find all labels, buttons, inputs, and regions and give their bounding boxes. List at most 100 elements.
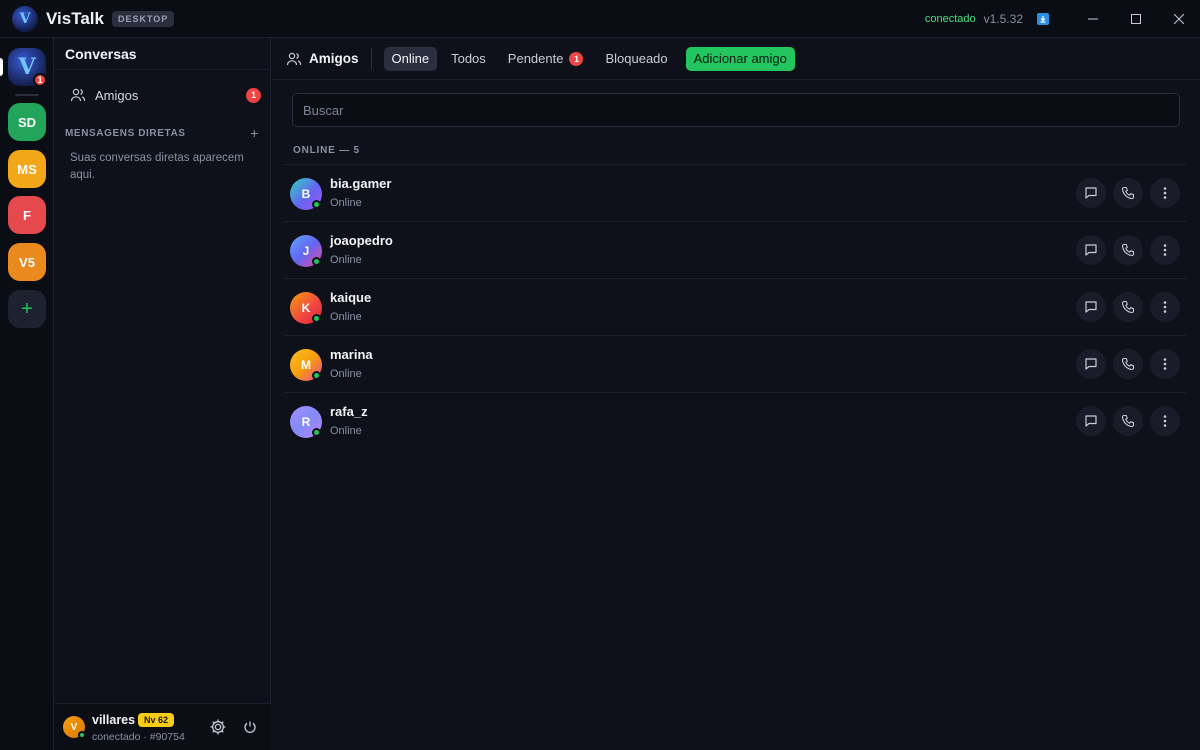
call-button[interactable] <box>1113 235 1143 265</box>
friend-row[interactable]: B bia.gamer Online <box>284 164 1186 221</box>
message-icon <box>1085 244 1097 256</box>
phone-icon <box>1121 243 1135 257</box>
title-bar: V VisTalk DESKTOP conectado v1.5.32 <box>0 0 1200 38</box>
friends-title-label: Amigos <box>309 51 359 66</box>
server-label: SD <box>17 114 37 130</box>
tab-all[interactable]: Todos <box>443 47 494 71</box>
app-name: VisTalk <box>46 8 104 28</box>
friend-status: Online <box>330 254 362 266</box>
more-vertical-icon <box>1163 244 1167 256</box>
friend-list: B bia.gamer Online J joaopedro Online K … <box>284 164 1186 449</box>
friend-initial: R <box>301 415 311 429</box>
server-label: F <box>23 207 31 223</box>
more-options-button[interactable] <box>1150 235 1180 265</box>
user-status: conectado · #90754 <box>92 731 185 743</box>
download-update-icon[interactable] <box>1037 13 1049 25</box>
add-friend-label: Adicionar amigo <box>693 51 787 66</box>
close-icon <box>1173 14 1184 24</box>
friend-row[interactable]: R rafa_z Online <box>284 392 1186 449</box>
tab-blocked[interactable]: Bloqueado <box>597 47 675 71</box>
message-button[interactable] <box>1076 292 1106 322</box>
friend-row[interactable]: K kaique Online <box>284 278 1186 335</box>
connection-status: conectado <box>924 13 976 25</box>
call-button[interactable] <box>1113 292 1143 322</box>
minimize-button[interactable] <box>1071 0 1114 38</box>
tab-label: Todos <box>451 51 486 66</box>
user-level-badge: Nv 62 <box>138 713 175 727</box>
message-icon <box>1085 358 1097 370</box>
direct-messages-header: MENSAGENS DIRETAS + <box>65 125 259 141</box>
friend-status: Online <box>330 311 362 323</box>
call-button[interactable] <box>1113 406 1143 436</box>
sidebar-title: Conversas <box>55 38 270 70</box>
more-options-button[interactable] <box>1150 406 1180 436</box>
friend-name: joaopedro <box>330 233 393 248</box>
home-notification-badge: 1 <box>33 73 47 87</box>
online-dot <box>312 428 321 437</box>
server-v5[interactable]: V5 <box>8 243 46 281</box>
message-button[interactable] <box>1076 235 1106 265</box>
friend-name: bia.gamer <box>330 176 392 191</box>
user-initial: V <box>70 721 78 733</box>
friend-status: Online <box>330 425 362 437</box>
friends-title: Amigos <box>286 51 359 67</box>
rail-separator <box>15 94 39 96</box>
maximize-icon <box>1130 14 1141 24</box>
friend-row[interactable]: M marina Online <box>284 335 1186 392</box>
friend-status: Online <box>330 368 362 380</box>
more-options-button[interactable] <box>1150 292 1180 322</box>
close-button[interactable] <box>1157 0 1200 38</box>
friends-icon <box>69 86 87 104</box>
more-options-button[interactable] <box>1150 349 1180 379</box>
message-button[interactable] <box>1076 349 1106 379</box>
friend-name: marina <box>330 347 373 362</box>
server-rail: V 1 SD MS F V5 + <box>0 38 54 750</box>
app-logo-icon: V <box>12 5 38 32</box>
tab-pending[interactable]: Pendente 1 <box>500 47 592 71</box>
server-sd[interactable]: SD <box>8 103 46 141</box>
call-button[interactable] <box>1113 349 1143 379</box>
logo-letter: V <box>19 10 31 27</box>
friend-initial: J <box>302 244 310 258</box>
server-ms[interactable]: MS <box>8 150 46 188</box>
active-server-indicator <box>0 58 3 76</box>
friend-row[interactable]: J joaopedro Online <box>284 221 1186 278</box>
user-online-dot <box>78 731 86 739</box>
logout-button[interactable] <box>243 720 257 734</box>
online-dot <box>312 314 321 323</box>
conversations-sidebar: Conversas Amigos 1 MENSAGENS DIRETAS + S… <box>55 38 271 750</box>
sidebar-item-friends[interactable]: Amigos 1 <box>61 82 265 108</box>
maximize-button[interactable] <box>1114 0 1157 38</box>
tab-label: Pendente <box>507 51 564 66</box>
search-input[interactable] <box>292 93 1180 127</box>
phone-icon <box>1121 357 1135 371</box>
message-icon <box>1085 187 1097 199</box>
dm-empty-state: Suas conversas diretas aparecem aqui. <box>70 152 244 181</box>
tab-label: Bloqueado <box>605 51 668 66</box>
server-label: MS <box>17 161 37 177</box>
topbar-separator <box>370 47 372 70</box>
call-button[interactable] <box>1113 178 1143 208</box>
message-button[interactable] <box>1076 178 1106 208</box>
add-friend-button[interactable]: Adicionar amigo <box>685 46 795 71</box>
add-dm-button[interactable]: + <box>250 125 259 141</box>
pending-count-badge: 1 <box>569 51 584 66</box>
app-version: v1.5.32 <box>983 12 1023 26</box>
title-bar-right: conectado v1.5.32 <box>925 0 1200 38</box>
friend-initial: B <box>301 187 311 201</box>
dm-header-label: MENSAGENS DIRETAS <box>65 127 186 139</box>
friends-icon <box>286 51 302 67</box>
sidebar-item-label: Amigos <box>95 87 139 103</box>
add-server-button[interactable]: + <box>8 290 46 328</box>
friend-initial: K <box>301 301 311 315</box>
message-icon <box>1085 415 1097 427</box>
minimize-icon <box>1087 18 1098 20</box>
server-f[interactable]: F <box>8 196 46 234</box>
message-button[interactable] <box>1076 406 1106 436</box>
power-icon <box>244 721 256 733</box>
app-badge: DESKTOP <box>111 10 175 27</box>
settings-button[interactable] <box>209 718 227 736</box>
more-options-button[interactable] <box>1150 178 1180 208</box>
tab-online[interactable]: Online <box>383 46 438 71</box>
message-icon <box>1085 301 1097 313</box>
